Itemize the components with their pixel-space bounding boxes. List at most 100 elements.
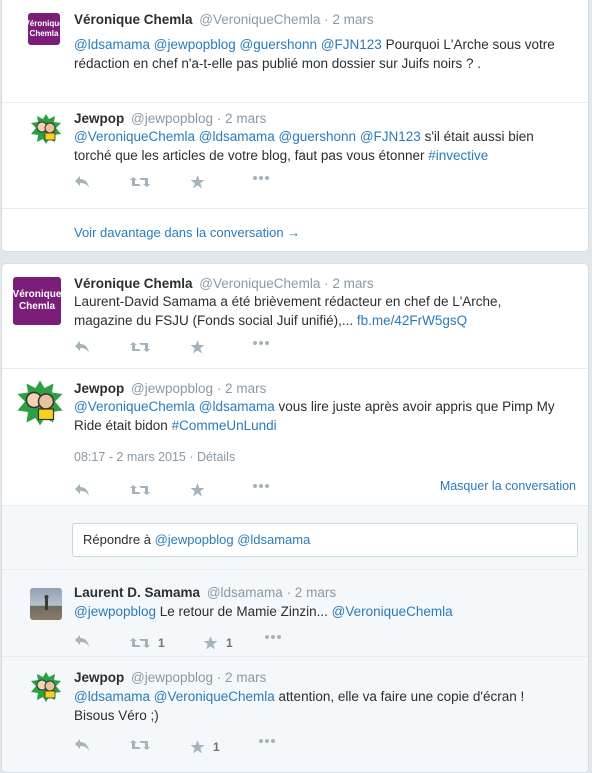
mention-link[interactable]: @jewpopblog — [74, 604, 156, 619]
reply-button[interactable] — [74, 340, 90, 354]
tweet-veronique-1[interactable]: Véronique Chemla Véronique Chemla @Veron… — [2, 0, 588, 102]
tweet-date[interactable]: · 2 mars — [324, 12, 374, 27]
retweet-icon — [130, 177, 150, 187]
mention-link[interactable]: @VeroniqueChemla — [74, 129, 195, 144]
avatar[interactable]: Véronique Chemla — [13, 277, 61, 325]
details-link[interactable]: · Détails — [189, 450, 235, 464]
mention-link[interactable]: @FJN123 — [321, 37, 382, 52]
tweet-jewpop-1[interactable]: Jewpop @jewpopblog · 2 mars @VeroniqueCh… — [2, 103, 588, 203]
reply-mention: @jewpopblog — [154, 532, 234, 547]
screen-name[interactable]: @VeroniqueChemla — [199, 276, 320, 291]
retweet-button[interactable] — [130, 483, 150, 497]
reply-input[interactable]: Répondre à @jewpopblog @ldsamama — [72, 523, 578, 557]
tweet-date[interactable]: · 2 mars — [324, 276, 374, 291]
user-name[interactable]: Jewpop — [74, 111, 124, 126]
url-link[interactable]: fb.me/42FrW5gsQ — [357, 313, 467, 328]
more-icon — [253, 484, 269, 488]
avatar[interactable] — [30, 671, 62, 703]
avatar-text-2: Chemla — [29, 29, 59, 38]
tweet-text-part: s'il était aussi bien — [424, 129, 534, 144]
retweet-button[interactable] — [130, 175, 150, 189]
favorite-button[interactable] — [190, 175, 205, 189]
tweet-header: Laurent D. Samama @ldsamama · 2 mars — [74, 585, 336, 600]
tweet-date[interactable]: · 2 mars — [287, 585, 337, 600]
user-name[interactable]: Jewpop — [74, 381, 124, 396]
mention-link[interactable]: @ldsamama — [74, 689, 150, 704]
avatar[interactable] — [30, 588, 62, 620]
hashtag-link[interactable]: #CommeUnLundi — [172, 418, 277, 433]
tweet-text: @ldsamama @jewpopblog @guershonn @FJN123… — [74, 35, 574, 73]
tweet-date[interactable]: · 2 mars — [217, 670, 267, 685]
reply-icon — [75, 635, 89, 647]
avatar[interactable] — [30, 113, 62, 145]
retweet-count: 1 — [158, 636, 165, 650]
favorite-button[interactable]: 1 — [190, 738, 220, 756]
mention-link[interactable]: @guershonn — [240, 37, 318, 52]
star-icon — [190, 483, 205, 497]
more-icon — [265, 635, 281, 639]
more-icon — [253, 341, 269, 345]
timestamp-text[interactable]: 08:17 - 2 mars 2015 — [74, 450, 186, 464]
tweet-date[interactable]: · 2 mars — [217, 381, 267, 396]
mention-link[interactable]: @jewpopblog — [154, 37, 236, 52]
tweet-text-part: magazine du FSJU (Fonds social Juif unif… — [74, 313, 354, 328]
tweet-text: Laurent-David Samama a été brièvement ré… — [74, 292, 574, 330]
reply-icon — [75, 484, 89, 496]
tweet-text-part: Pourquoi L'Arche sous votre — [385, 37, 555, 52]
tweet-text-part: Bisous Véro ;) — [74, 708, 159, 723]
more-button[interactable] — [252, 175, 270, 181]
mention-link[interactable]: @ldsamama — [199, 399, 275, 414]
screen-name[interactable]: @ldsamama — [207, 585, 283, 600]
tweet-veronique-2[interactable]: Véronique Chemla Véronique Chemla @Veron… — [2, 264, 588, 363]
avatar[interactable] — [16, 379, 64, 427]
tweet-header: Véronique Chemla @VeroniqueChemla · 2 ma… — [74, 12, 374, 27]
retweet-button[interactable] — [130, 340, 150, 354]
reply-button[interactable] — [74, 175, 90, 189]
tweet-date[interactable]: · 2 mars — [217, 111, 267, 126]
tweet-jewpop-2[interactable]: Jewpop @jewpopblog · 2 mars @ldsamama @V… — [2, 657, 588, 772]
mention-link[interactable]: @guershonn — [279, 129, 357, 144]
user-name[interactable]: Véronique Chemla — [74, 276, 193, 291]
reply-button[interactable] — [74, 483, 90, 497]
screen-name[interactable]: @jewpopblog — [131, 111, 213, 126]
mention-link[interactable]: @VeroniqueChemla — [154, 689, 275, 704]
user-name[interactable]: Véronique Chemla — [74, 12, 193, 27]
reply-button[interactable] — [74, 634, 90, 648]
favorite-button[interactable]: 1 — [203, 634, 233, 652]
avatar[interactable]: Véronique Chemla — [28, 13, 60, 45]
mention-link[interactable]: @ldsamama — [199, 129, 275, 144]
screen-name[interactable]: @VeroniqueChemla — [199, 12, 320, 27]
star-icon — [190, 740, 205, 754]
more-button[interactable] — [252, 483, 270, 489]
mention-link[interactable]: @VeroniqueChemla — [74, 399, 195, 414]
reply-mention: @ldsamama — [237, 532, 311, 547]
mention-link[interactable]: @ldsamama — [74, 37, 150, 52]
avatar-text-1: Véronique — [13, 289, 61, 300]
mention-link[interactable]: @VeroniqueChemla — [332, 604, 453, 619]
reply-button[interactable] — [74, 738, 90, 752]
tweet-jewpop-focused[interactable]: Jewpop @jewpopblog · 2 mars @VeroniqueCh… — [2, 369, 588, 504]
hide-conversation-link[interactable]: Masquer la conversation — [440, 479, 576, 493]
tweet-text-part: vous lire juste après avoir appris que P… — [278, 399, 555, 414]
tweet-samama[interactable]: Laurent D. Samama @ldsamama · 2 mars @je… — [2, 570, 588, 656]
tweet-text-part: attention, elle va faire une copie d'écr… — [278, 689, 525, 704]
user-name[interactable]: Jewpop — [74, 670, 124, 685]
more-button[interactable] — [252, 340, 270, 346]
reply-prefix: Répondre à — [83, 532, 151, 547]
retweet-icon — [130, 740, 150, 750]
tweet-header: Jewpop @jewpopblog · 2 mars — [74, 670, 266, 685]
screen-name[interactable]: @jewpopblog — [131, 670, 213, 685]
screen-name[interactable]: @jewpopblog — [131, 381, 213, 396]
more-button[interactable] — [264, 634, 282, 640]
mention-link[interactable]: @FJN123 — [360, 129, 421, 144]
view-more-conversation-link[interactable]: Voir davantage dans la conversation → — [74, 225, 300, 240]
more-icon — [253, 176, 269, 180]
user-name[interactable]: Laurent D. Samama — [74, 585, 200, 600]
favorite-button[interactable] — [190, 340, 205, 354]
hashtag-link[interactable]: #invective — [428, 148, 488, 163]
retweet-button[interactable]: 1 — [130, 634, 165, 652]
more-button[interactable] — [258, 738, 276, 744]
retweet-button[interactable] — [130, 738, 150, 752]
conversation-card-1: Véronique Chemla Véronique Chemla @Veron… — [1, 0, 589, 252]
favorite-button[interactable] — [190, 483, 205, 497]
